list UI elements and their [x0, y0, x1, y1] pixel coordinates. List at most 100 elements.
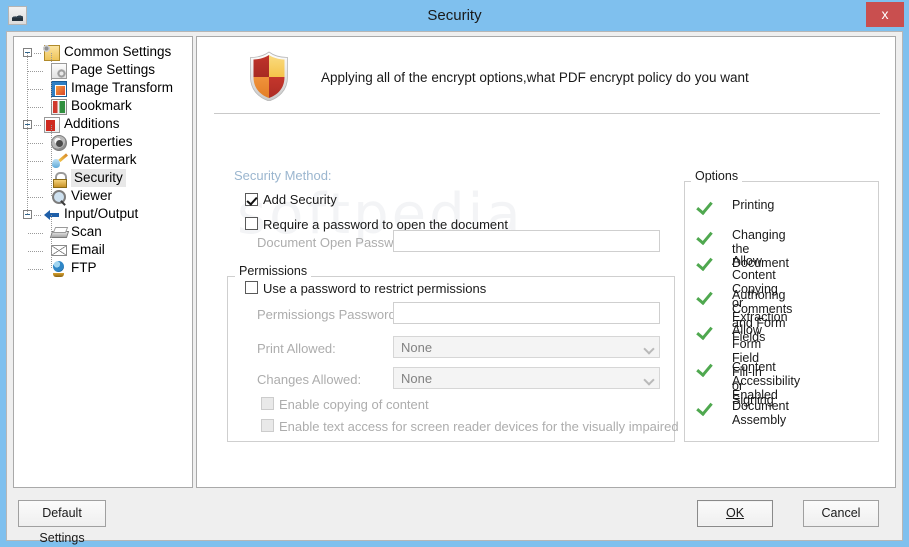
- chevron-down-icon: [639, 337, 659, 357]
- scanner-icon: [51, 225, 67, 241]
- require-password-checkbox[interactable]: [245, 217, 258, 230]
- default-settings-button[interactable]: Default Settings: [18, 500, 106, 545]
- sidebar-item-label: Page Settings: [71, 62, 156, 77]
- sidebar-item-label: Scan: [71, 224, 102, 239]
- document-open-password-input[interactable]: [393, 230, 660, 252]
- add-security-label: Add Security: [263, 192, 337, 207]
- tree-connector: [34, 125, 42, 126]
- shield-icon: [250, 51, 288, 101]
- ok-button-label: OK: [725, 506, 745, 520]
- option-label: Printing: [732, 198, 775, 212]
- ftp-globe-icon: [51, 261, 67, 277]
- sidebar-item-label: Input/Output: [64, 206, 139, 221]
- tree-connector: [28, 269, 44, 270]
- option-label: Document Assembly: [732, 399, 789, 427]
- add-security-checkbox[interactable]: [245, 193, 258, 206]
- changes-allowed-select[interactable]: None: [393, 367, 660, 389]
- sidebar-item-page-settings[interactable]: Page Settings: [14, 61, 192, 79]
- dialog-footer: Default Settings OK Cancel: [7, 488, 902, 545]
- header-divider: [214, 113, 880, 114]
- cancel-button[interactable]: Cancel: [803, 500, 879, 527]
- tree-connector: [28, 251, 44, 252]
- additions-icon: [44, 117, 60, 133]
- sidebar-item-common-settings[interactable]: Common Settings: [14, 43, 192, 61]
- sidebar-item-label: Bookmark: [71, 98, 132, 113]
- enable-copying-label: Enable copying of content: [279, 397, 429, 412]
- permissions-password-label: Permissiongs Password:: [257, 307, 400, 322]
- sidebar-item-label: Viewer: [71, 188, 113, 203]
- permissions-group-title: Permissions: [235, 264, 312, 278]
- permissions-group: [227, 276, 675, 442]
- tree-connector: [27, 53, 28, 215]
- sidebar-item-properties[interactable]: Properties: [14, 133, 192, 151]
- tree-connector: [51, 125, 52, 197]
- tree-connector: [28, 233, 44, 234]
- security-method-title: Security Method:: [234, 168, 332, 183]
- options-group-title: Options: [691, 169, 743, 183]
- sidebar-item-image-transform[interactable]: Image Transform: [14, 79, 192, 97]
- sidebar-item-label: FTP: [71, 260, 97, 275]
- common-settings-icon: [42, 44, 60, 61]
- settings-tree[interactable]: Common Settings Page Settings Image Transf…: [13, 36, 193, 488]
- sidebar-item-viewer[interactable]: Viewer: [14, 187, 192, 205]
- tree-connector: [28, 197, 44, 198]
- enable-text-access-label: Enable text access for screen reader dev…: [279, 419, 679, 434]
- sidebar-item-security[interactable]: Security: [14, 169, 192, 188]
- watermark-icon: [51, 153, 67, 169]
- sidebar-item-label: Email: [71, 242, 105, 257]
- sidebar-item-label: Properties: [71, 134, 133, 149]
- chevron-down-icon: [639, 368, 659, 388]
- tree-connector: [28, 89, 44, 90]
- green-check-icon: [698, 360, 714, 374]
- tree-connector: [51, 215, 52, 269]
- enable-text-access-checkbox[interactable]: [261, 419, 274, 432]
- input-output-arrow-icon: [44, 207, 60, 223]
- tree-connector: [34, 53, 42, 54]
- panel-header: Applying all of the encrypt options,what…: [197, 45, 895, 111]
- use-password-restrict-checkbox[interactable]: [245, 281, 258, 294]
- green-check-icon: [698, 399, 714, 413]
- sidebar-item-scan[interactable]: Scan: [14, 223, 192, 241]
- tree-connector: [51, 53, 52, 107]
- sidebar-item-bookmark[interactable]: Bookmark: [14, 97, 192, 115]
- green-check-icon: [698, 254, 714, 268]
- tree-connector: [28, 71, 44, 72]
- sidebar-item-additions[interactable]: Additions: [14, 115, 192, 133]
- tree-connector: [28, 143, 44, 144]
- tree-connector: [28, 107, 44, 108]
- tree-connector: [28, 161, 44, 162]
- sidebar-item-email[interactable]: Email: [14, 241, 192, 259]
- green-check-icon: [698, 323, 714, 337]
- print-allowed-label: Print Allowed:: [257, 341, 336, 356]
- sidebar-item-label: Common Settings: [64, 44, 172, 59]
- sidebar-item-watermark[interactable]: Watermark: [14, 151, 192, 169]
- option-label: Content Accessibility Enabled: [732, 360, 801, 402]
- sidebar-item-label: Watermark: [71, 152, 137, 167]
- green-check-icon: [698, 228, 714, 242]
- email-envelope-icon: [51, 245, 67, 256]
- print-allowed-value: None: [401, 340, 433, 355]
- dialog-body: Common Settings Page Settings Image Transf…: [6, 31, 903, 545]
- security-settings-panel: softpedia Applying all of the encrypt op…: [196, 36, 896, 488]
- changes-allowed-label: Changes Allowed:: [257, 372, 362, 387]
- tree-connector: [34, 215, 42, 216]
- green-check-icon: [698, 288, 714, 302]
- tree-connector: [28, 179, 44, 180]
- close-icon[interactable]: x: [866, 2, 904, 27]
- permissions-password-input[interactable]: [393, 302, 660, 324]
- security-dialog: Security x Common Settings Page Settings I…: [0, 0, 909, 547]
- use-password-restrict-label: Use a password to restrict permissions: [263, 281, 487, 296]
- ok-button[interactable]: OK: [697, 500, 773, 527]
- properties-icon: [51, 135, 67, 151]
- enable-copying-checkbox[interactable]: [261, 397, 274, 410]
- green-check-icon: [698, 198, 714, 212]
- sidebar-item-input-output[interactable]: Input/Output: [14, 205, 192, 223]
- title-bar: Security x: [0, 0, 909, 31]
- sidebar-item-ftp[interactable]: FTP: [14, 259, 192, 277]
- image-transform-icon: [51, 81, 67, 97]
- window-title: Security: [427, 7, 482, 24]
- bookmark-icon: [51, 99, 67, 115]
- print-allowed-select[interactable]: None: [393, 336, 660, 358]
- security-lock-icon: [51, 171, 67, 188]
- sidebar-item-label: Security: [71, 169, 126, 187]
